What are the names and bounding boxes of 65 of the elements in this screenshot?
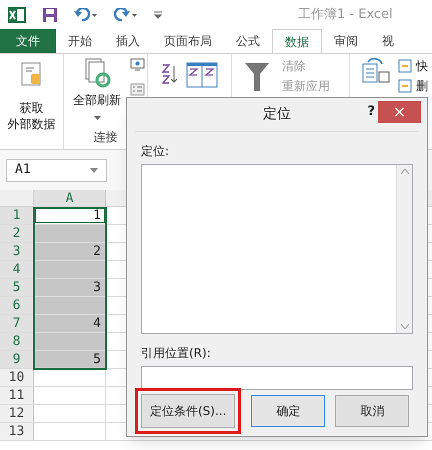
ribbon-command[interactable]: 快: [398, 58, 428, 74]
row-header[interactable]: 13: [0, 423, 34, 440]
dialog-title: 定位: [263, 105, 291, 124]
table-cell[interactable]: [34, 225, 106, 242]
table-cell[interactable]: [34, 261, 106, 278]
table-cell[interactable]: 3: [34, 279, 106, 296]
row-header[interactable]: 4: [0, 261, 34, 278]
ribbon-command[interactable]: 删: [398, 78, 428, 94]
redo-icon[interactable]: [114, 8, 138, 22]
database-document-icon: [20, 62, 44, 88]
save-icon[interactable]: [42, 6, 58, 22]
customize-toolbar-icon[interactable]: [154, 10, 162, 18]
refresh-documents-icon: [83, 58, 111, 88]
dialog-button[interactable]: 取消: [335, 395, 410, 427]
dropdown-icon: [90, 168, 98, 172]
file-tab[interactable]: 文件: [0, 29, 56, 53]
ribbon-tab[interactable]: 数据: [272, 29, 322, 53]
table-cell[interactable]: 5: [34, 351, 106, 368]
table-cell[interactable]: 4: [34, 315, 106, 332]
row-header[interactable]: 9: [0, 351, 34, 368]
reference-input[interactable]: [141, 366, 413, 390]
row-header[interactable]: 11: [0, 387, 34, 404]
row-header[interactable]: 7: [0, 315, 34, 332]
row-header[interactable]: 10: [0, 369, 34, 386]
reference-label: 引用位置(R):: [141, 345, 212, 362]
scroll-up-icon[interactable]: [400, 169, 408, 174]
command-icon: [398, 79, 412, 93]
table-cell[interactable]: [34, 297, 106, 314]
name-box[interactable]: A1: [6, 158, 107, 182]
ribbon-tab[interactable]: 视: [370, 29, 406, 53]
scrollbar[interactable]: [396, 165, 412, 333]
help-button[interactable]: ?: [367, 102, 375, 122]
row-header[interactable]: 5: [0, 279, 34, 296]
sort-ascending-icon[interactable]: [160, 62, 178, 86]
row-header[interactable]: 8: [0, 333, 34, 350]
close-button[interactable]: ×: [378, 101, 421, 123]
scroll-down-icon[interactable]: [400, 324, 408, 329]
undo-icon[interactable]: [74, 8, 98, 22]
refresh-all-button[interactable]: 全部刷新: [64, 54, 126, 120]
column-header[interactable]: A: [34, 190, 106, 206]
group-label: 连接: [94, 129, 118, 145]
filter-icon[interactable]: [244, 62, 270, 92]
ribbon-tab[interactable]: 开始: [56, 29, 104, 53]
goto-label: 定位:: [141, 143, 170, 160]
get-external-data-button[interactable]: 获取 外部数据: [0, 54, 64, 149]
row-header[interactable]: 1: [0, 207, 34, 224]
ribbon-tab[interactable]: 页面布局: [152, 29, 224, 53]
ribbon-tab[interactable]: 插入: [104, 29, 152, 53]
caret-icon: [94, 116, 100, 120]
ribbon-tab[interactable]: 公式: [224, 29, 272, 53]
table-cell[interactable]: [34, 333, 106, 350]
sort-icon[interactable]: [186, 62, 218, 88]
excel-logo-icon[interactable]: [8, 6, 26, 24]
monitor-icon[interactable]: [130, 58, 145, 71]
row-header[interactable]: 3: [0, 243, 34, 260]
row-header[interactable]: 6: [0, 297, 34, 314]
command-icon: [398, 59, 412, 73]
row-header[interactable]: 2: [0, 225, 34, 242]
window-title: 工作簿1 - Excel: [298, 6, 393, 24]
properties-icon[interactable]: [130, 83, 145, 96]
text-to-columns-icon[interactable]: [362, 58, 390, 84]
ribbon-tab[interactable]: 审阅: [322, 29, 370, 53]
dialog-button[interactable]: 确定: [251, 395, 326, 427]
row-header[interactable]: 12: [0, 405, 34, 422]
table-cell[interactable]: 2: [34, 243, 106, 260]
